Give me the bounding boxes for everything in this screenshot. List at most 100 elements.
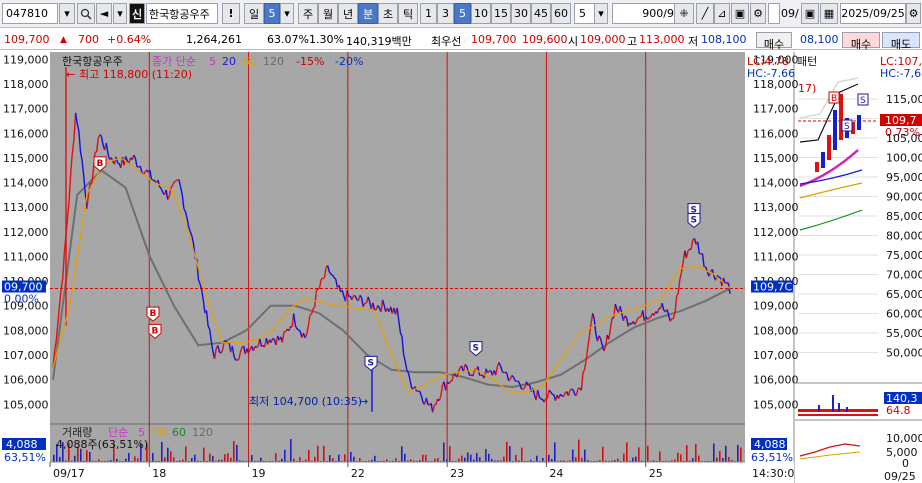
mini-candle [839,94,843,140]
left-axis-tick: 117,000 [3,103,49,116]
right-axis-tick: 107,000 [753,349,799,362]
mini-axis-tick: 60,000 [886,308,922,321]
mini-hc-label: HC:-7,6 [880,67,921,80]
volume-bar [353,456,355,462]
mini-axis-tick: 80,000 [886,230,922,243]
mini-osc-axis-0: 0 [902,457,909,470]
mini-candle [827,135,831,160]
volume-bar [638,447,640,462]
price-segment [322,277,325,280]
price-segment [648,316,652,319]
volume-bar [89,451,91,462]
mini-candle [815,162,819,172]
volume-value-text: 4,088주(63,51%) [56,438,148,451]
left-axis-tick: 111,000 [3,250,49,263]
price-segment [152,179,156,182]
right-axis-tick: 117,000 [753,103,799,116]
date-label: 19 [252,467,266,480]
right-axis-tick: 105,000 [753,398,799,411]
volume-bar [584,449,586,462]
volume-bar [716,457,718,462]
left-axis-tick: 116,000 [3,127,49,140]
right-axis-tick: 113,000 [753,201,799,214]
volume-bar [470,454,472,462]
legend-ma120: 120 [263,55,284,68]
volume-bar [632,457,634,462]
volume-bar [725,445,727,462]
date-label: 24 [549,467,563,480]
volume-bar [719,451,721,462]
date-label: 22 [351,467,365,480]
mini-axis-tick: 85,000 [886,210,922,223]
volume-bar [449,446,451,462]
legend-ma60: 60 [243,55,257,68]
mini-osc-axis-10000: 10,000 [886,432,922,445]
right-axis-tick: 111,000 [753,250,799,263]
date-label: 25 [649,467,663,480]
mini-candle [857,115,861,130]
signal-label: B [150,309,157,319]
volume-bar [260,457,262,462]
price-segment [173,180,177,183]
volume-bar [224,454,226,462]
volume-bar [152,453,154,462]
volume-bar [395,458,397,462]
mini-volume-tag2-text: 64.8 [886,404,911,417]
volume-bar [191,458,193,462]
volume-bar [485,449,487,462]
mini-axis-tick: 115,000 [886,93,922,106]
price-segment [296,328,300,331]
volume-bar [284,449,286,462]
volume-bar [659,451,661,462]
legend-envelope-lower: -20% [335,55,363,68]
volume-bar [542,457,544,462]
main-chart[interactable]: 119,000 118,000 117,000 116,000 115,000 114,0… [0,0,922,483]
mini-volume-band-2 [798,414,878,416]
signal-label: S [691,216,697,226]
volume-bar [299,457,301,462]
volume-bar [503,456,505,462]
volume-bar [677,452,679,462]
volume-bar [350,451,352,462]
price-segment [639,315,642,318]
right-current-price-text: 109,7C [753,281,792,294]
price-segment [637,316,640,319]
mini-marker-text: 17) [798,82,816,95]
mini-signal-label: S [844,122,850,132]
volume-bar [290,439,292,462]
volume-bar [722,458,724,462]
right-axis-tick: 115,000 [753,152,799,165]
date-label: 18 [152,467,166,480]
volume-bar [314,456,316,462]
signal-label: B [97,159,104,169]
volume-bar [713,443,715,462]
volume-bar [695,443,697,462]
right-volume-tag-text: 4,088 [754,438,786,451]
volume-bar [404,453,406,462]
volume-bar [488,453,490,462]
left-axis-tick: 105,000 [3,398,49,411]
legend-ma5: 5 [209,55,216,68]
right-axis-tick: 109,000 [753,300,799,313]
legend-ma20: 20 [222,55,236,68]
volume-bar [626,442,628,462]
date-label: 23 [450,467,464,480]
volume-bar [134,456,136,462]
left-axis-tick: 113,000 [3,201,49,214]
price-segment [117,162,120,165]
volume-bar [461,455,463,462]
left-axis-tick: 112,000 [3,226,49,239]
volume-bar [275,453,277,462]
volume-bar [233,440,235,462]
mini-axis-tick: 55,000 [886,327,922,340]
left-axis-tick: 108,000 [3,324,49,337]
legend-envelope-upper: -15% [296,55,324,68]
volume-bar [227,453,229,462]
hc-label: HC:-7.66 [747,67,795,80]
mini-axis-tick: 100,000 [886,152,922,165]
volume-bar [251,454,253,462]
volume-bar [602,446,604,462]
mini-axis-tick: 70,000 [886,269,922,282]
volume-bar [578,439,580,462]
volume-bar [167,447,169,462]
